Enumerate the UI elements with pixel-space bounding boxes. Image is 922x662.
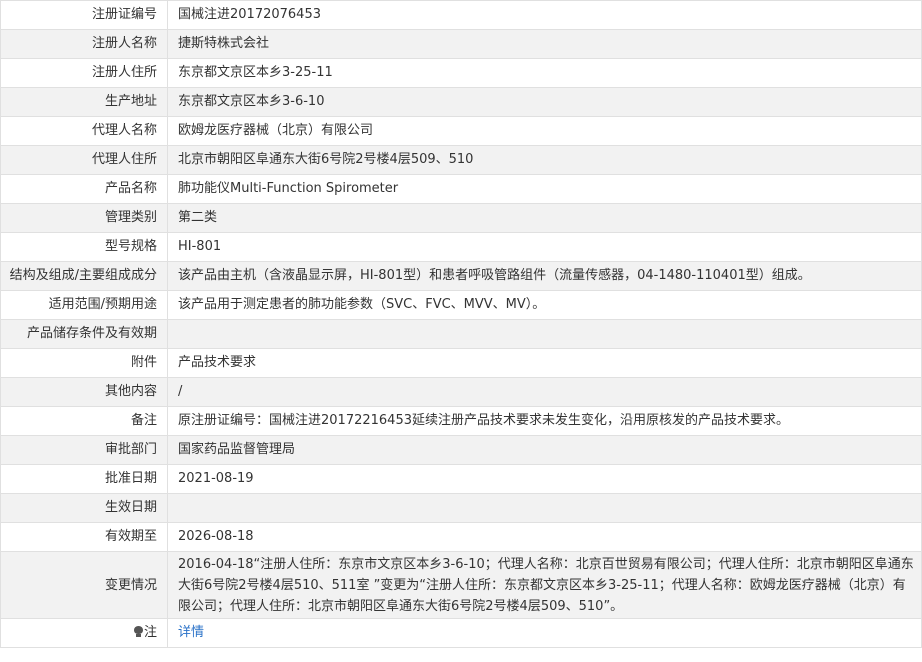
row-valid-until: 有效期至 2026-08-18 bbox=[0, 522, 922, 552]
registration-info-table: 注册证编号 国械注进20172076453 注册人名称 捷斯特株式会社 注册人住… bbox=[0, 0, 922, 648]
field-label: 注册证编号 bbox=[0, 0, 168, 30]
field-value: 2021-08-19 bbox=[167, 464, 922, 494]
field-label: 适用范围/预期用途 bbox=[0, 290, 168, 320]
row-other-content: 其他内容 / bbox=[0, 377, 922, 407]
field-label: 审批部门 bbox=[0, 435, 168, 465]
field-label: 产品储存条件及有效期 bbox=[0, 319, 168, 349]
field-label: 生产地址 bbox=[0, 87, 168, 117]
bulb-icon bbox=[133, 626, 143, 637]
field-value bbox=[167, 319, 922, 349]
field-value: 欧姆龙医疗器械（北京）有限公司 bbox=[167, 116, 922, 146]
field-value bbox=[167, 493, 922, 523]
field-label: 代理人住所 bbox=[0, 145, 168, 175]
field-value: 该产品用于测定患者的肺功能参数（SVC、FVC、MVV、MV）。 bbox=[167, 290, 922, 320]
field-label: 管理类别 bbox=[0, 203, 168, 233]
details-link[interactable]: 详情 bbox=[178, 625, 204, 640]
field-value: 国家药品监督管理局 bbox=[167, 435, 922, 465]
field-label: 生效日期 bbox=[0, 493, 168, 523]
row-approval-date: 批准日期 2021-08-19 bbox=[0, 464, 922, 494]
row-agent-address: 代理人住所 北京市朝阳区阜通东大街6号院2号楼4层509、510 bbox=[0, 145, 922, 175]
field-value: 产品技术要求 bbox=[167, 348, 922, 378]
field-value: 第二类 bbox=[167, 203, 922, 233]
row-change-history: 变更情况 2016-04-18“注册人住所：东京市文京区本乡3-6-10；代理人… bbox=[0, 551, 922, 619]
field-label: 注册人住所 bbox=[0, 58, 168, 88]
row-model-spec: 型号规格 HI-801 bbox=[0, 232, 922, 262]
field-value: 东京都文京区本乡3-6-10 bbox=[167, 87, 922, 117]
field-value: HI-801 bbox=[167, 232, 922, 262]
field-value: 捷斯特株式会社 bbox=[167, 29, 922, 59]
row-registrant-address: 注册人住所 东京都文京区本乡3-25-11 bbox=[0, 58, 922, 88]
field-label: 代理人名称 bbox=[0, 116, 168, 146]
row-note: 注 详情 bbox=[0, 618, 922, 648]
row-production-address: 生产地址 东京都文京区本乡3-6-10 bbox=[0, 87, 922, 117]
field-label: 有效期至 bbox=[0, 522, 168, 552]
field-value: 肺功能仪Multi-Function Spirometer bbox=[167, 174, 922, 204]
field-value: / bbox=[167, 377, 922, 407]
field-label: 批准日期 bbox=[0, 464, 168, 494]
row-structure-composition: 结构及组成/主要组成成分 该产品由主机（含液晶显示屏，HI-801型）和患者呼吸… bbox=[0, 261, 922, 291]
field-value: 北京市朝阳区阜通东大街6号院2号楼4层509、510 bbox=[167, 145, 922, 175]
field-label: 型号规格 bbox=[0, 232, 168, 262]
field-label: 产品名称 bbox=[0, 174, 168, 204]
field-value: 原注册证编号：国械注进20172216453延续注册产品技术要求未发生变化，沿用… bbox=[167, 406, 922, 436]
note-value-cell: 详情 bbox=[167, 618, 922, 648]
field-label: 结构及组成/主要组成成分 bbox=[0, 261, 168, 291]
note-label-cell: 注 bbox=[0, 618, 168, 648]
field-label: 其他内容 bbox=[0, 377, 168, 407]
field-label: 注册人名称 bbox=[0, 29, 168, 59]
field-value: 2016-04-18“注册人住所：东京市文京区本乡3-6-10；代理人名称：北京… bbox=[167, 551, 922, 619]
row-intended-use: 适用范围/预期用途 该产品用于测定患者的肺功能参数（SVC、FVC、MVV、MV… bbox=[0, 290, 922, 320]
row-registrant-name: 注册人名称 捷斯特株式会社 bbox=[0, 29, 922, 59]
row-product-name: 产品名称 肺功能仪Multi-Function Spirometer bbox=[0, 174, 922, 204]
field-label: 变更情况 bbox=[0, 551, 168, 619]
row-storage-validity: 产品储存条件及有效期 bbox=[0, 319, 922, 349]
field-value: 东京都文京区本乡3-25-11 bbox=[167, 58, 922, 88]
row-attachment: 附件 产品技术要求 bbox=[0, 348, 922, 378]
note-label: 注 bbox=[143, 625, 157, 640]
field-label: 备注 bbox=[0, 406, 168, 436]
row-registration-number: 注册证编号 国械注进20172076453 bbox=[0, 0, 922, 30]
row-effective-date: 生效日期 bbox=[0, 493, 922, 523]
row-agent-name: 代理人名称 欧姆龙医疗器械（北京）有限公司 bbox=[0, 116, 922, 146]
field-value: 国械注进20172076453 bbox=[167, 0, 922, 30]
row-remarks: 备注 原注册证编号：国械注进20172216453延续注册产品技术要求未发生变化… bbox=[0, 406, 922, 436]
field-label: 附件 bbox=[0, 348, 168, 378]
row-approval-department: 审批部门 国家药品监督管理局 bbox=[0, 435, 922, 465]
row-management-category: 管理类别 第二类 bbox=[0, 203, 922, 233]
field-value: 2026-08-18 bbox=[167, 522, 922, 552]
field-value: 该产品由主机（含液晶显示屏，HI-801型）和患者呼吸管路组件（流量传感器，04… bbox=[167, 261, 922, 291]
